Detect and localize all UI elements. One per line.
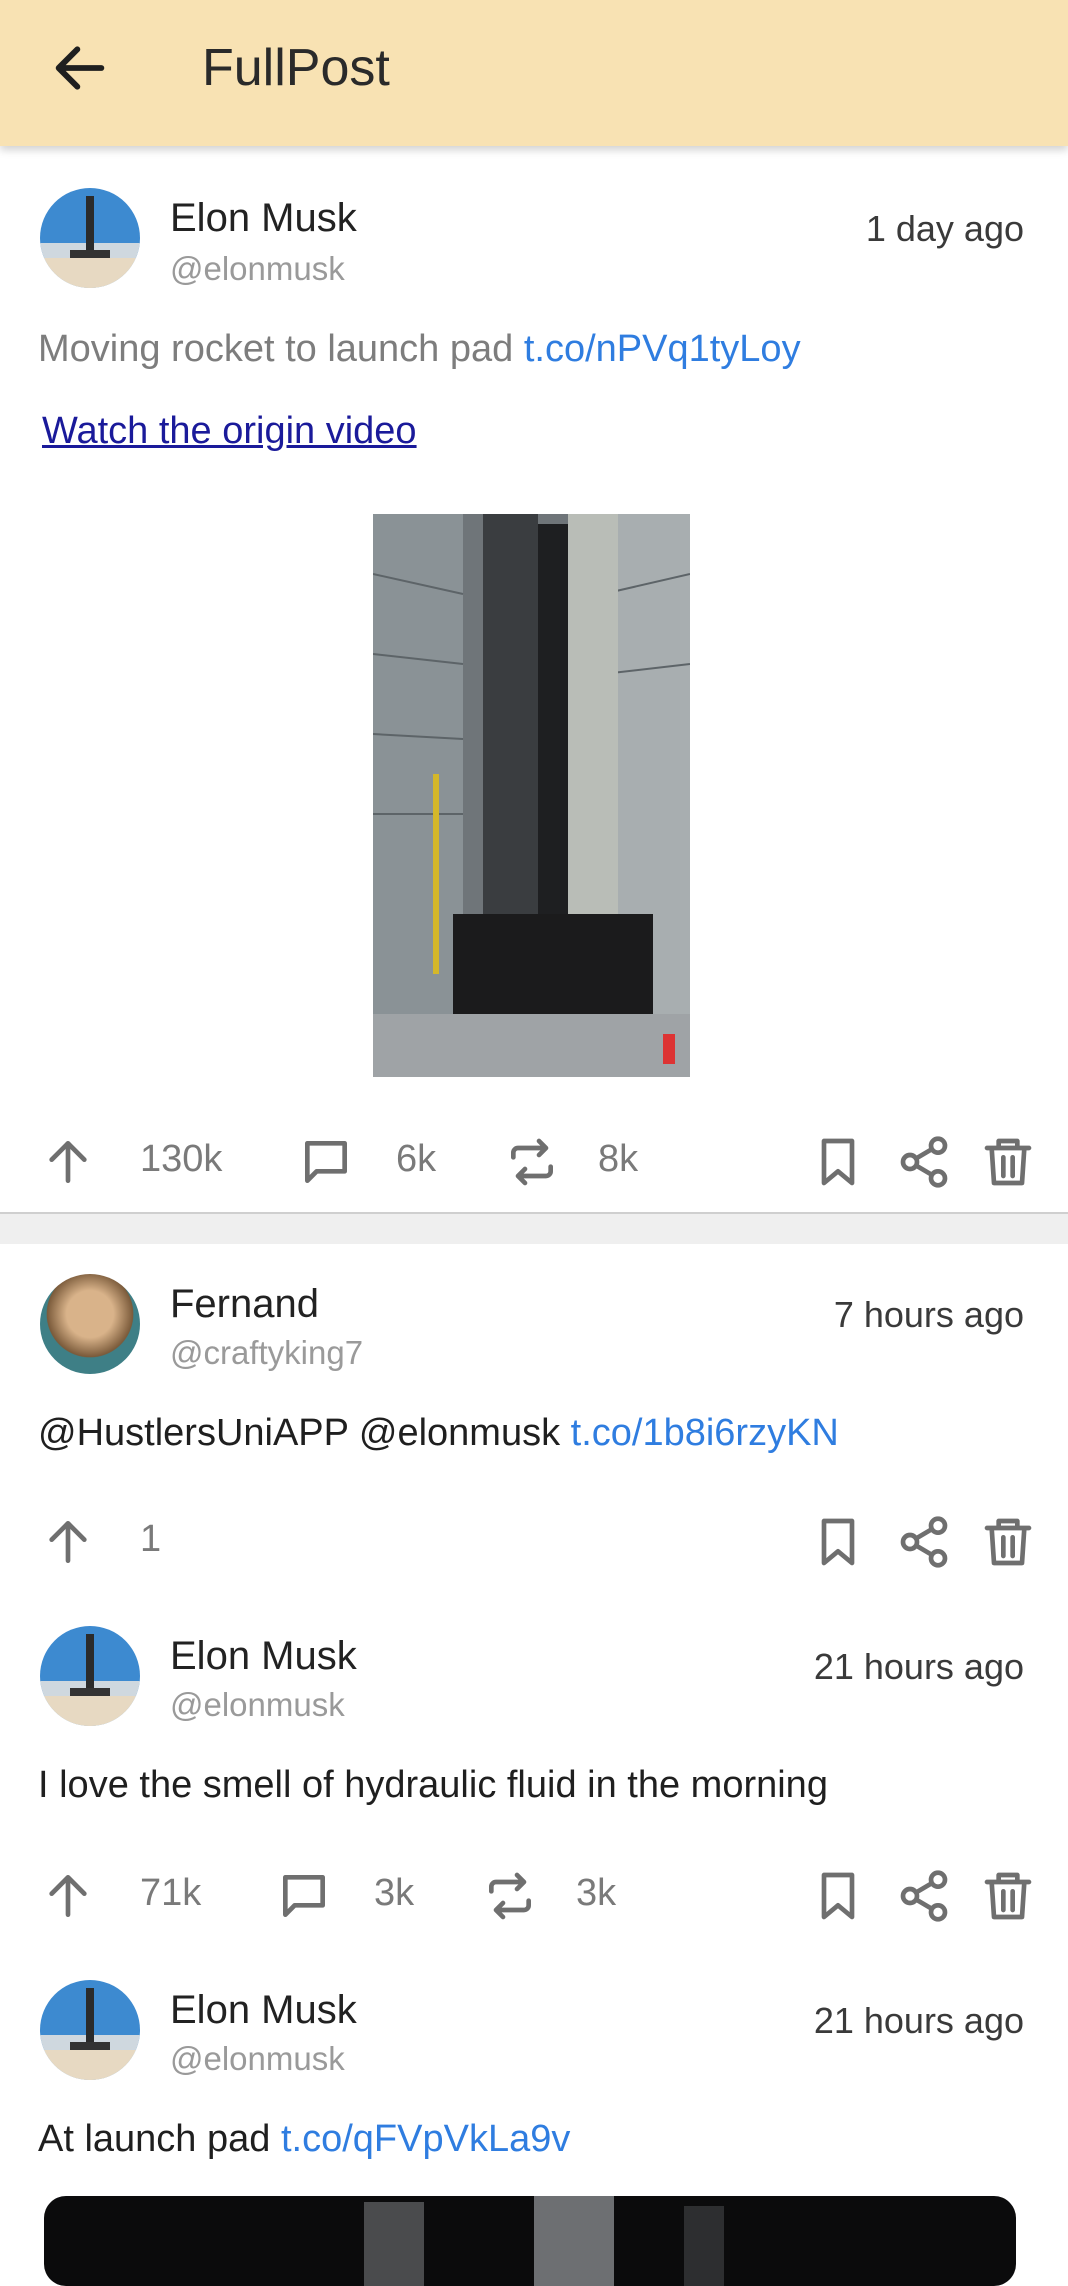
upvote-icon[interactable]	[40, 1134, 96, 1190]
arrow-left-icon[interactable]	[48, 36, 112, 100]
post-text: I love the smell of hydraulic fluid in t…	[38, 1764, 828, 1807]
post-text: At launch pad t.co/qFVpVkLa9v	[38, 2118, 570, 2161]
comment-count: 3k	[374, 1872, 415, 1914]
avatar[interactable]	[40, 1626, 140, 1726]
repost-count: 8k	[598, 1138, 639, 1180]
author-handle[interactable]: @craftyking7	[170, 1334, 363, 1372]
post-time: 21 hours ago	[813, 2000, 1024, 2041]
post-text: @HustlersUniAPP @elonmusk t.co/1b8i6rzyK…	[38, 1412, 839, 1455]
post-media-image[interactable]	[44, 2196, 1016, 2286]
post-text-content: @HustlersUniAPP @elonmusk	[38, 1412, 561, 1454]
post-media-image[interactable]	[373, 514, 690, 1077]
upvote-icon[interactable]	[40, 1868, 96, 1924]
upvote-count: 71k	[140, 1872, 202, 1914]
watch-video-link[interactable]: Watch the origin video	[42, 410, 417, 453]
author-name[interactable]: Elon Musk	[170, 1634, 357, 1679]
reply-post: Elon Musk @elonmusk 21 hours ago I love …	[0, 1598, 1068, 1958]
share-icon[interactable]	[896, 1134, 952, 1190]
repost-count: 3k	[576, 1872, 617, 1914]
avatar[interactable]	[40, 1274, 140, 1374]
trash-icon[interactable]	[980, 1868, 1036, 1924]
post-time: 21 hours ago	[813, 1646, 1024, 1687]
post-actions: 1	[0, 1508, 1068, 1578]
trash-icon[interactable]	[980, 1134, 1036, 1190]
app-bar: FullPost	[0, 0, 1068, 146]
comment-icon[interactable]	[298, 1134, 354, 1190]
author-name[interactable]: Elon Musk	[170, 196, 357, 241]
bookmark-icon[interactable]	[810, 1868, 866, 1924]
post-text-content: I love the smell of hydraulic fluid in t…	[38, 1764, 828, 1806]
author-handle[interactable]: @elonmusk	[170, 1686, 345, 1724]
author-name[interactable]: Elon Musk	[170, 1988, 357, 2033]
post-actions: 71k 3k 3k	[0, 1862, 1068, 1932]
repost-icon[interactable]	[482, 1868, 538, 1924]
reply-post: Elon Musk @elonmusk 21 hours ago At laun…	[0, 1952, 1068, 2286]
post-text: Moving rocket to launch pad t.co/nPVq1ty…	[38, 328, 801, 371]
author-name[interactable]: Fernand	[170, 1282, 319, 1327]
post-time: 7 hours ago	[833, 1294, 1024, 1335]
section-gap	[0, 1214, 1068, 1244]
author-handle[interactable]: @elonmusk	[170, 250, 345, 288]
share-icon[interactable]	[896, 1868, 952, 1924]
page-title: FullPost	[202, 39, 390, 97]
post-text-content: Moving rocket to launch pad	[38, 328, 514, 370]
upvote-count: 130k	[140, 1138, 223, 1180]
avatar[interactable]	[40, 188, 140, 288]
post-link[interactable]: t.co/1b8i6rzyKN	[571, 1412, 839, 1454]
bookmark-icon[interactable]	[810, 1134, 866, 1190]
avatar[interactable]	[40, 1980, 140, 2080]
trash-icon[interactable]	[980, 1514, 1036, 1570]
post-text-content: At launch pad	[38, 2118, 271, 2160]
share-icon[interactable]	[896, 1514, 952, 1570]
main-post: Elon Musk @elonmusk 1 day ago Moving roc…	[0, 160, 1068, 1210]
post-link[interactable]: t.co/qFVpVkLa9v	[281, 2118, 570, 2160]
upvote-icon[interactable]	[40, 1514, 96, 1570]
repost-icon[interactable]	[504, 1134, 560, 1190]
comment-icon[interactable]	[276, 1868, 332, 1924]
comment-count: 6k	[396, 1138, 437, 1180]
post-actions: 130k 6k 8k	[0, 1128, 1068, 1198]
post-time: 1 day ago	[865, 208, 1024, 249]
bookmark-icon[interactable]	[810, 1514, 866, 1570]
author-handle[interactable]: @elonmusk	[170, 2040, 345, 2078]
upvote-count: 1	[140, 1518, 162, 1560]
post-link[interactable]: t.co/nPVq1tyLoy	[524, 328, 801, 370]
reply-post: Fernand @craftyking7 7 hours ago @Hustle…	[0, 1244, 1068, 1604]
